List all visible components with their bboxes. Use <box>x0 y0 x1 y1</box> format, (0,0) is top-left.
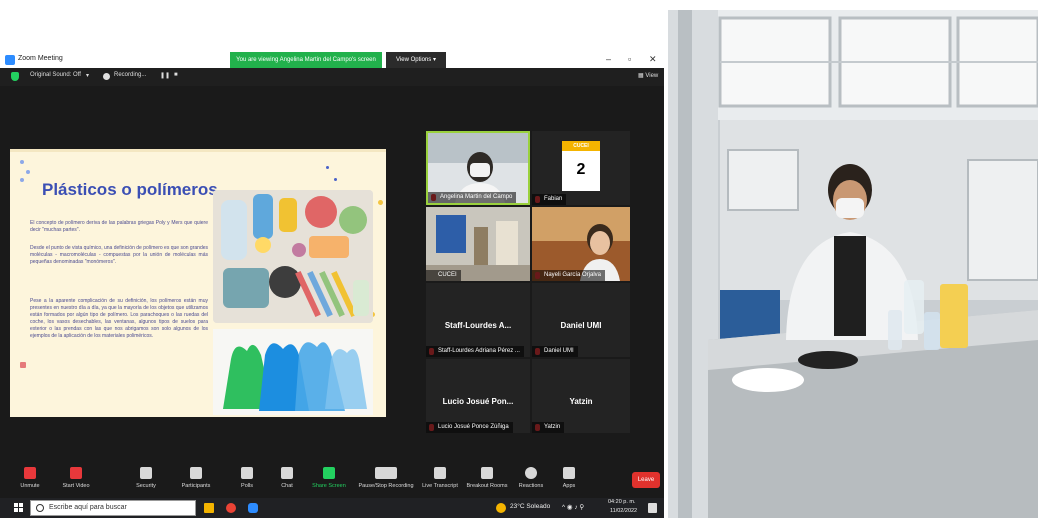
slide-title: Plásticos o polímeros <box>42 180 218 199</box>
minimize-button[interactable]: – <box>606 54 611 64</box>
view-options-button[interactable]: View Options ▾ <box>386 52 446 68</box>
star-decoration <box>20 362 26 368</box>
participant-display-name: Daniel UMI <box>560 321 602 330</box>
zoom-window: Zoom Meeting You are viewing Angelina Ma… <box>0 52 664 518</box>
participant-name: Angelina Martin del Campo <box>428 192 517 203</box>
polls-icon <box>241 467 253 479</box>
slide-paragraph: Pese a la aparente complicación de su de… <box>30 298 208 339</box>
clock-time[interactable]: 04:20 p. m. <box>608 499 636 505</box>
plastic-items-photo <box>213 190 373 323</box>
participant-name: Nayeli García Orjalva <box>532 270 606 281</box>
slide-paragraph: Desde el punto de vista químico, una def… <box>30 245 208 265</box>
participant-tile[interactable]: Angelina Martin del Campo <box>426 131 530 205</box>
zoom-taskbar-icon[interactable] <box>248 503 258 513</box>
participant-tile[interactable]: Lucio Josué Pon... Lucio Josué Ponce Zúñ… <box>426 359 530 433</box>
participant-name: CUCEI <box>426 270 461 281</box>
participant-tile[interactable]: Staff-Lourdes A... Staff-Lourdes Adriana… <box>426 283 530 357</box>
breakout-rooms-button[interactable]: Breakout Rooms <box>464 462 510 498</box>
start-video-button[interactable]: Start Video <box>54 462 98 498</box>
reactions-button[interactable]: Reactions <box>514 462 548 498</box>
weather-status[interactable]: 23°C Soleado <box>510 503 550 510</box>
confetti-decoration <box>326 166 329 169</box>
participant-name: Lucio Josué Ponce Zúñiga <box>426 422 513 433</box>
taskbar-search-input[interactable]: Escribe aquí para buscar <box>30 500 196 516</box>
participant-name: Yatzin <box>532 422 565 433</box>
search-icon <box>36 504 44 512</box>
confetti-decoration <box>334 178 337 181</box>
apps-icon <box>563 467 575 479</box>
view-button[interactable]: ▦ View <box>638 72 658 79</box>
title-bar: Zoom Meeting You are viewing Angelina Ma… <box>0 52 664 68</box>
participant-tile[interactable]: CUCEI <box>426 207 530 281</box>
maximize-button[interactable]: ▫ <box>628 54 631 64</box>
unmute-button[interactable]: Unmute <box>10 462 50 498</box>
shield-icon <box>140 467 152 479</box>
original-sound-dropdown[interactable]: ▾ <box>86 72 89 79</box>
share-screen-icon <box>323 467 335 479</box>
pause-recording-button[interactable]: ❚❚ <box>160 72 170 79</box>
notifications-icon[interactable] <box>648 503 657 513</box>
cc-icon <box>434 467 446 479</box>
windows-start-icon[interactable] <box>14 503 24 513</box>
live-transcript-button[interactable]: Live Transcript <box>420 462 460 498</box>
participant-display-name: Lucio Josué Pon... <box>442 397 514 406</box>
close-button[interactable]: ✕ <box>649 54 657 65</box>
lab-photo <box>668 10 1038 518</box>
security-button[interactable]: Security <box>124 462 168 498</box>
windows-taskbar: Escribe aquí para buscar 23°C Soleado ^ … <box>0 498 664 518</box>
stop-recording-button[interactable]: ■ <box>174 72 178 78</box>
encryption-shield-icon[interactable] <box>11 72 19 81</box>
shared-screen-slide: Plásticos o polímeros El concepto de pol… <box>10 149 386 417</box>
chat-icon <box>281 467 293 479</box>
participant-name: Fabian <box>532 194 567 205</box>
reactions-icon <box>525 467 537 479</box>
window-title: Zoom Meeting <box>18 55 63 62</box>
slide-paragraph: El concepto de polímero deriva de las pa… <box>30 220 208 233</box>
confetti-decoration <box>20 160 24 164</box>
confetti-decoration <box>20 178 24 182</box>
zoom-logo-icon <box>5 55 15 65</box>
participant-tile[interactable]: Yatzin Yatzin <box>532 359 630 433</box>
tray-icons[interactable]: ^ ◉ ♪ ⚲ <box>562 503 584 511</box>
video-off-icon <box>70 467 82 479</box>
pause-stop-recording-button[interactable]: Pause/Stop Recording <box>356 462 416 498</box>
cucei-logo-icon: CUCEI 2 <box>562 141 600 191</box>
record-controls-icon <box>375 467 397 479</box>
participant-name: Staff-Lourdes Adriana Pérez ... <box>426 346 524 357</box>
meeting-top-bar: Original Sound: Off ▾ Recording... ❚❚ ■ … <box>0 68 664 86</box>
plastic-bags-photo <box>213 329 373 415</box>
chat-button[interactable]: Chat <box>268 462 306 498</box>
recording-icon <box>103 73 110 80</box>
mic-muted-icon <box>24 467 36 479</box>
participant-display-name: Yatzin <box>569 397 593 406</box>
share-screen-button[interactable]: Share Screen <box>308 462 350 498</box>
participant-name: Daniel UMI <box>532 346 578 357</box>
leave-button[interactable]: Leave <box>632 472 660 488</box>
star-decoration <box>378 200 383 205</box>
polls-button[interactable]: Polls <box>228 462 266 498</box>
screen-share-banner: You are viewing Angelina Martin del Camp… <box>230 52 382 68</box>
participant-tile[interactable]: Daniel UMI Daniel UMI <box>532 283 630 357</box>
participant-tile[interactable]: Nayeli García Orjalva <box>532 207 630 281</box>
participants-button[interactable]: Participants <box>172 462 220 498</box>
apps-button[interactable]: Apps <box>554 462 584 498</box>
chrome-icon[interactable] <box>226 503 236 513</box>
recording-status: Recording... <box>114 72 147 78</box>
clock-date[interactable]: 11/02/2022 <box>610 508 637 514</box>
file-explorer-icon[interactable] <box>204 503 214 513</box>
participant-tile[interactable]: CUCEI 2 Fabian <box>532 131 630 205</box>
participant-display-name: Staff-Lourdes A... <box>444 321 512 330</box>
original-sound-toggle[interactable]: Original Sound: Off <box>30 72 81 78</box>
breakout-icon <box>481 467 493 479</box>
weather-sun-icon <box>496 503 506 513</box>
participants-icon <box>190 467 202 479</box>
screenshot-composite: Zoom Meeting You are viewing Angelina Ma… <box>0 0 1038 518</box>
meeting-controls-bar: Unmute Start Video Security Participants… <box>0 462 664 498</box>
confetti-decoration <box>26 170 30 174</box>
